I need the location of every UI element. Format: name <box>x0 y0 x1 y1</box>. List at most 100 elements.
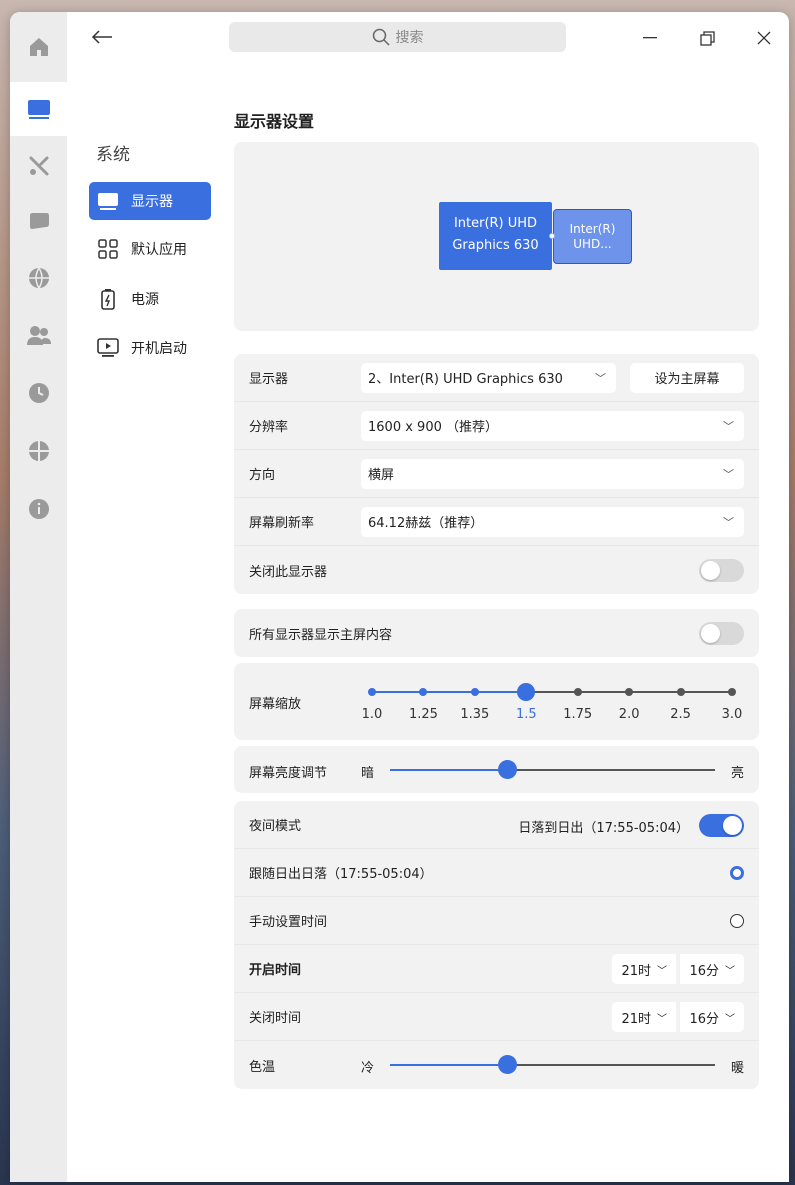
scale-tick-3.0[interactable] <box>728 688 736 696</box>
monitor-2-name: Inter(R) <box>569 222 616 236</box>
compass-icon <box>28 441 49 461</box>
sidebar: 系统 显示器 默认应用 电源 开机启动 <box>67 12 227 1182</box>
turn-off-display-toggle[interactable] <box>699 559 744 582</box>
monitor-2-model: UHD... <box>573 237 612 251</box>
scale-tick-1.75[interactable] <box>573 688 582 696</box>
rail-general[interactable] <box>10 425 67 477</box>
scale-tick-2.5[interactable] <box>676 688 685 696</box>
rail-display[interactable] <box>10 82 67 136</box>
sidebar-item-default-apps[interactable]: 默认应用 <box>89 230 211 268</box>
rail-about[interactable] <box>10 483 67 535</box>
scale-slider[interactable] <box>368 683 736 701</box>
end-time-label: 关闭时间 <box>249 1011 302 1026</box>
users-icon <box>26 326 51 345</box>
refresh-rate-select[interactable]: 64.12赫兹（推荐） ﹀ <box>361 506 744 537</box>
color-temperature-slider[interactable] <box>390 1055 715 1074</box>
scale-option-label: 1.35 <box>460 707 490 722</box>
main-content: 显示器设置 Inter(R) UHD Graphics 630 Inter(R)… <box>234 12 760 1182</box>
orientation-label: 方向 <box>249 468 276 483</box>
scale-tick-1.0[interactable] <box>368 688 376 696</box>
rail-tools[interactable] <box>10 140 67 192</box>
settings-window: 系统 显示器 默认应用 电源 开机启动 搜索 显示器设置 Inter(R) UH… <box>10 12 789 1182</box>
sidebar-item-label: 开机启动 <box>131 341 187 357</box>
orientation-select-value: 横屏 <box>368 468 395 483</box>
rail-chat[interactable] <box>10 196 67 248</box>
display-icon <box>27 100 50 119</box>
color-temperature-min-label: 冷 <box>361 1061 375 1076</box>
section-title: 系统 <box>96 145 130 165</box>
brightness-group: 屏幕亮度调节 暗 亮 <box>234 746 759 793</box>
page-title: 显示器设置 <box>234 112 315 131</box>
sidebar-item-label: 默认应用 <box>131 242 187 258</box>
scale-group: 屏幕缩放 1.0 1.25 1.35 1.5 1.75 2.0 2.5 3.0 <box>234 663 759 740</box>
color-temperature-max-label: 暖 <box>731 1061 745 1076</box>
brightness-slider[interactable] <box>390 760 715 779</box>
mirror-group: 所有显示器显示主屏内容 <box>234 609 759 657</box>
follow-sunset-radio[interactable] <box>730 866 744 880</box>
scale-label: 屏幕缩放 <box>249 697 302 712</box>
orientation-row: 方向 横屏 ﹀ <box>234 450 759 498</box>
startup-play-icon <box>97 337 119 359</box>
resolution-select-value: 1600 x 900 （推荐） <box>368 420 498 435</box>
follow-sunset-row[interactable]: 跟随日出日落（17:55-05:04） <box>234 849 759 897</box>
scale-option-label: 2.0 <box>618 707 640 722</box>
manual-time-radio[interactable] <box>730 914 744 928</box>
rail-accounts[interactable] <box>10 309 67 361</box>
scale-option-label: 1.75 <box>563 707 593 722</box>
brightness-max-label: 亮 <box>731 766 745 781</box>
set-primary-button[interactable]: 设为主屏幕 <box>630 362 744 393</box>
monitor-1-tile[interactable]: Inter(R) UHD Graphics 630 <box>439 202 552 270</box>
resolution-row: 分辨率 1600 x 900 （推荐） ﹀ <box>234 402 759 450</box>
display-label: 显示器 <box>249 372 289 387</box>
start-minute-select[interactable]: 16分 ﹀ <box>680 954 744 984</box>
back-arrow-icon <box>91 30 112 44</box>
end-hour-value: 21时 <box>621 1011 651 1027</box>
sidebar-item-startup[interactable]: 开机启动 <box>89 329 211 367</box>
color-temperature-slider-knob[interactable] <box>498 1055 517 1074</box>
sidebar-item-label: 电源 <box>131 292 159 308</box>
scale-option-label: 1.5 <box>515 707 537 722</box>
chevron-down-icon: ﹀ <box>723 419 734 433</box>
mirror-toggle[interactable] <box>699 622 744 645</box>
orientation-select[interactable]: 横屏 ﹀ <box>361 458 744 489</box>
start-time-row: 开启时间 21时 ﹀ 16分 ﹀ <box>234 945 759 993</box>
end-minute-select[interactable]: 16分 ﹀ <box>680 1002 744 1032</box>
scale-tick-2.0[interactable] <box>625 688 634 696</box>
brightness-slider-knob[interactable] <box>498 760 517 779</box>
brightness-min-label: 暗 <box>361 766 375 781</box>
tools-icon <box>29 156 48 176</box>
back-button[interactable] <box>87 24 117 50</box>
start-hour-select[interactable]: 21时 ﹀ <box>612 954 676 984</box>
chat-icon <box>29 213 49 229</box>
mirror-row: 所有显示器显示主屏内容 <box>234 609 759 657</box>
end-hour-select[interactable]: 21时 ﹀ <box>612 1002 676 1032</box>
scale-tick-1.5[interactable] <box>517 683 536 701</box>
night-mode-label: 夜间模式 <box>249 819 302 834</box>
start-time-label: 开启时间 <box>249 963 302 978</box>
sidebar-item-label: 显示器 <box>131 194 173 210</box>
refresh-rate-select-value: 64.12赫兹（推荐） <box>368 516 484 531</box>
rail-home[interactable] <box>10 12 67 82</box>
scale-option-label: 2.5 <box>670 707 691 722</box>
chevron-down-icon: ﹀ <box>725 965 735 977</box>
rail-network[interactable] <box>10 252 67 304</box>
sidebar-item-display[interactable]: 显示器 <box>89 182 211 220</box>
sidebar-item-power[interactable]: 电源 <box>89 280 211 318</box>
display-row: 显示器 2、Inter(R) UHD Graphics 630 ﹀ 设为主屏幕 <box>234 354 759 402</box>
resolution-select[interactable]: 1600 x 900 （推荐） ﹀ <box>361 410 744 441</box>
end-minute-value: 16分 <box>689 1011 719 1027</box>
night-mode-group: 夜间模式 日落到日出（17:55-05:04） 跟随日出日落（17:55-05:… <box>234 801 759 1089</box>
monitor-2-tile[interactable]: Inter(R) UHD... <box>553 209 632 264</box>
follow-sunset-label: 跟随日出日落（17:55-05:04） <box>249 867 433 882</box>
display-arrangement-preview: Inter(R) UHD Graphics 630 Inter(R) UHD..… <box>234 142 759 331</box>
turn-off-display-row: 关闭此显示器 <box>234 546 759 594</box>
manual-time-row[interactable]: 手动设置时间 <box>234 897 759 945</box>
display-select[interactable]: 2、Inter(R) UHD Graphics 630 ﹀ <box>361 362 616 393</box>
scale-tick-1.25[interactable] <box>419 688 428 696</box>
night-mode-toggle[interactable] <box>699 814 744 837</box>
grid-apps-icon <box>97 238 119 260</box>
scale-tick-1.35[interactable] <box>470 688 479 696</box>
monitor-1-model: Graphics 630 <box>452 238 539 253</box>
rail-datetime[interactable] <box>10 367 67 419</box>
color-temperature-label: 色温 <box>249 1059 276 1075</box>
